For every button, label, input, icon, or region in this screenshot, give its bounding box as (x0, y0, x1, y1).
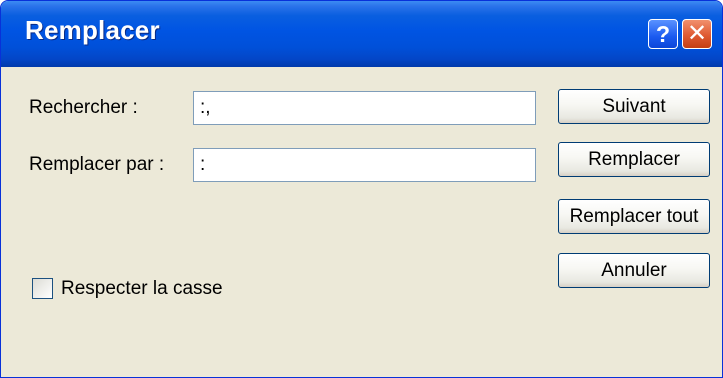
dialog-title: Remplacer (25, 15, 160, 45)
replace-button[interactable]: Remplacer (558, 142, 710, 177)
help-button[interactable]: ? (648, 19, 678, 49)
title-bar[interactable]: Remplacer ? ✕ (1, 1, 722, 67)
dialog-body: Rechercher : Remplacer par : Respecter l… (4, 67, 719, 374)
replace-dialog: Remplacer ? ✕ Rechercher : Remplacer par… (0, 0, 723, 378)
replace-all-button[interactable]: Remplacer tout (558, 199, 710, 234)
close-icon: ✕ (686, 20, 708, 47)
replace-label: Remplacer par : (29, 154, 165, 175)
find-label: Rechercher : (29, 97, 138, 118)
question-mark-icon: ? (655, 21, 671, 47)
close-button[interactable]: ✕ (682, 19, 712, 49)
next-button[interactable]: Suivant (558, 89, 710, 124)
replace-input[interactable] (193, 148, 536, 182)
find-input[interactable] (193, 91, 536, 125)
match-case-checkbox[interactable] (32, 278, 53, 299)
cancel-button[interactable]: Annuler (558, 253, 710, 288)
match-case-label[interactable]: Respecter la casse (61, 278, 223, 300)
